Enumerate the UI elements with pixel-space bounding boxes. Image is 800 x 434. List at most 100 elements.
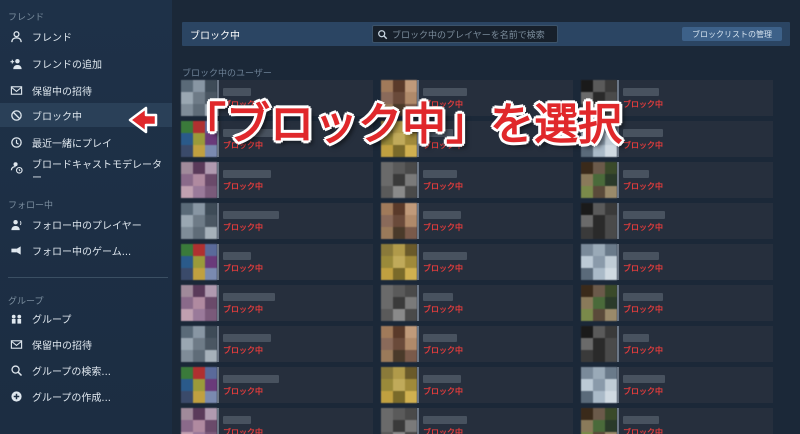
manage-blocklist-button[interactable]: ブロックリストの管理 [682, 27, 782, 41]
blocked-status-label: ブロック中 [623, 182, 663, 191]
blocked-user-card[interactable]: ブロック中 [181, 162, 373, 198]
blocked-status-label: ブロック中 [423, 223, 463, 232]
avatar [181, 408, 217, 434]
blocked-user-card[interactable]: ブロック中 [181, 285, 373, 321]
blocked-status-label: ブロック中 [223, 182, 263, 191]
status-bar [417, 244, 419, 280]
blurred-username [623, 416, 659, 424]
avatar [581, 367, 617, 403]
sidebar-item-label: ブロック中 [32, 111, 82, 123]
person-icon [8, 28, 24, 44]
sidebar: フレンド フレンド フレンドの追加 保留中の招待 ブロック中 最近一緒にプレイ … [0, 0, 172, 434]
sidebar-item-label: グループの検索... [32, 366, 111, 378]
blocked-status-label: ブロック中 [623, 264, 663, 273]
status-bar [617, 367, 619, 403]
blocked-status-label: ブロック中 [423, 346, 463, 355]
sidebar-item-label: 最近一緒にプレイ [32, 138, 112, 150]
annotation-callout: 「ブロック中」を選択 [126, 80, 674, 160]
sidebar-item-friends[interactable]: フレンド [0, 24, 172, 48]
blocked-user-card[interactable]: ブロック中 [381, 408, 573, 434]
blocked-status-label: ブロック中 [623, 223, 663, 232]
blocked-status-label: ブロック中 [623, 305, 663, 314]
blocked-user-card[interactable]: ブロック中 [381, 326, 573, 362]
blurred-username [423, 375, 461, 383]
avatar [381, 326, 417, 362]
blocked-status-label: ブロック中 [423, 387, 463, 396]
status-bar [417, 285, 419, 321]
status-bar [217, 408, 219, 434]
sidebar-item-add-friend[interactable]: フレンドの追加 [0, 51, 172, 75]
blocked-user-card[interactable]: ブロック中 [181, 326, 373, 362]
sidebar-item-label: グループ [32, 314, 72, 326]
section-title-friends: フレンド [8, 13, 45, 23]
blocked-user-card[interactable]: ブロック中 [581, 408, 773, 434]
blocked-user-card[interactable]: ブロック中 [381, 285, 573, 321]
sidebar-item-label: グループの作成... [32, 392, 111, 404]
add-person-icon [8, 55, 24, 71]
blocked-user-card[interactable]: ブロック中 [581, 367, 773, 403]
blocked-user-card[interactable]: ブロック中 [381, 244, 573, 280]
blocked-status-label: ブロック中 [423, 428, 463, 434]
avatar [581, 408, 617, 434]
blocked-users-label: ブロック中のユーザー [182, 69, 272, 79]
section-title-following: フォロー中 [8, 201, 54, 211]
status-bar [217, 203, 219, 239]
sidebar-item-followed-games[interactable]: フォロー中のゲーム... [0, 238, 172, 262]
blurred-username [423, 211, 461, 219]
blocked-status-label: ブロック中 [223, 305, 263, 314]
blurred-username [623, 211, 665, 219]
status-bar [417, 203, 419, 239]
sidebar-item-groups[interactable]: グループ [0, 306, 172, 330]
sidebar-item-group-create[interactable]: グループの作成... [0, 384, 172, 408]
page-title: ブロック中 [190, 30, 240, 42]
avatar [581, 326, 617, 362]
blocked-user-card[interactable]: ブロック中 [581, 244, 773, 280]
status-bar [617, 244, 619, 280]
blocked-user-card[interactable]: ブロック中 [381, 162, 573, 198]
blocked-status-label: ブロック中 [223, 346, 263, 355]
blurred-username [623, 293, 663, 301]
sidebar-item-group-invites[interactable]: 保留中の招待 [0, 332, 172, 356]
search-input[interactable]: ブロック中のプレイヤーを名前で検索 [372, 25, 558, 43]
blocked-user-card[interactable]: ブロック中 [581, 326, 773, 362]
follow-game-icon [8, 242, 24, 258]
avatar [381, 244, 417, 280]
annotation-text: 「ブロック中」を選択 [182, 99, 622, 150]
group-icon [8, 310, 24, 326]
blocked-user-card[interactable]: ブロック中 [581, 285, 773, 321]
search-icon [8, 362, 24, 378]
blocked-user-card[interactable]: ブロック中 [581, 162, 773, 198]
status-bar [617, 162, 619, 198]
blocked-user-card[interactable]: ブロック中 [381, 367, 573, 403]
search-icon [378, 29, 388, 39]
blocked-user-card[interactable]: ブロック中 [181, 367, 373, 403]
clock-icon [8, 134, 24, 150]
blocked-status-label: ブロック中 [423, 264, 463, 273]
avatar [181, 203, 217, 239]
sidebar-item-label: フレンド [32, 32, 72, 44]
blurred-username [423, 252, 467, 260]
blurred-username [223, 416, 251, 424]
status-bar [617, 408, 619, 434]
avatar [581, 285, 617, 321]
blocked-status-label: ブロック中 [423, 182, 463, 191]
blocked-user-card[interactable]: ブロック中 [181, 408, 373, 434]
status-bar [217, 244, 219, 280]
sidebar-item-followed-players[interactable]: フォロー中のプレイヤー [0, 212, 172, 236]
sidebar-item-group-search[interactable]: グループの検索... [0, 358, 172, 382]
blocked-status-label: ブロック中 [623, 428, 663, 434]
status-bar [617, 285, 619, 321]
blocked-user-card[interactable]: ブロック中 [581, 203, 773, 239]
blurred-username [223, 375, 279, 383]
avatar [181, 367, 217, 403]
blurred-username [223, 334, 271, 342]
blocked-status-label: ブロック中 [223, 428, 263, 434]
blocked-user-card[interactable]: ブロック中 [381, 203, 573, 239]
blocked-user-card[interactable]: ブロック中 [181, 203, 373, 239]
status-bar [617, 203, 619, 239]
blurred-username [623, 334, 649, 342]
status-bar [217, 285, 219, 321]
blurred-username [423, 170, 457, 178]
blocked-user-card[interactable]: ブロック中 [181, 244, 373, 280]
sidebar-item-broadcast-moderator[interactable]: ブロードキャストモデレーター [0, 155, 172, 191]
